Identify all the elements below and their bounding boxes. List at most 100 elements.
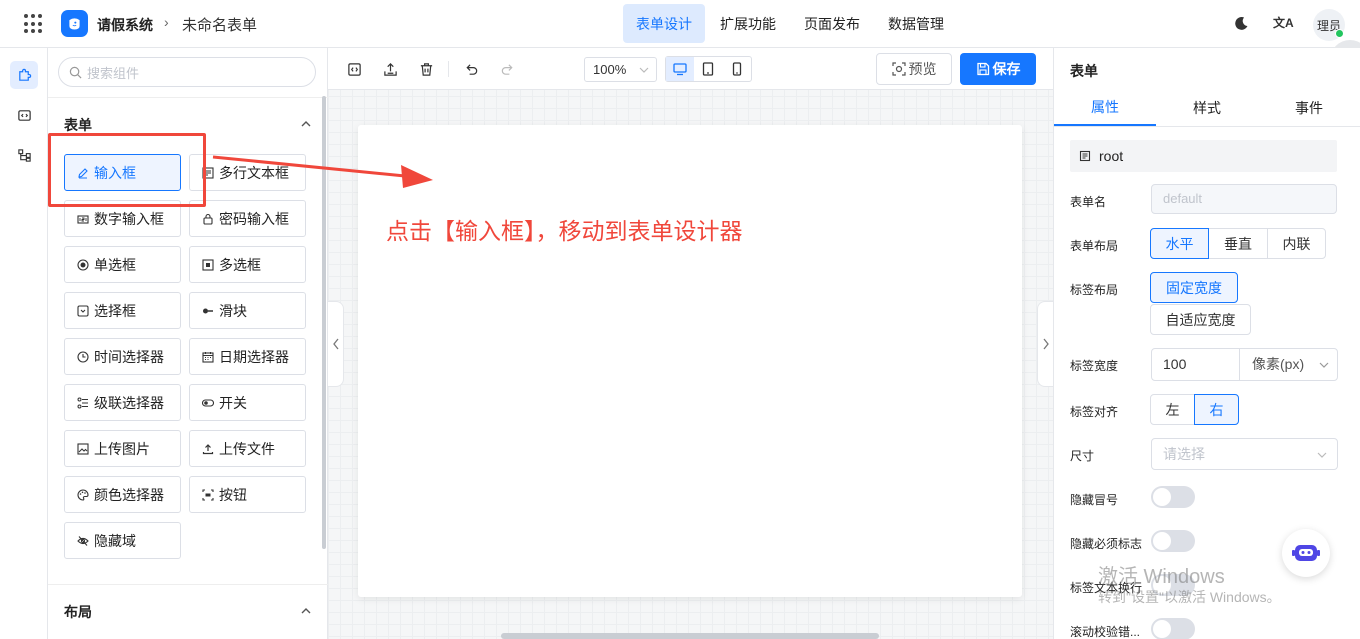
component-hidden-field[interactable]: 隐藏域: [64, 522, 181, 559]
device-tablet-button[interactable]: [694, 57, 722, 81]
slider-icon: [201, 304, 214, 317]
form-name-title[interactable]: 未命名表单: [182, 14, 257, 35]
panel-divider: [48, 97, 328, 98]
component-cascader[interactable]: 级联选择器: [64, 384, 181, 421]
collapse-right-button[interactable]: [1037, 301, 1053, 387]
hide-required-label: 隐藏必须标志: [1070, 537, 1143, 551]
save-label: 保存: [992, 61, 1021, 77]
switch-icon: [201, 396, 214, 409]
component-label: 日期选择器: [219, 348, 289, 365]
size-select[interactable]: 请选择: [1151, 438, 1338, 470]
preview-icon: [891, 62, 906, 76]
toolbar-divider: [448, 61, 449, 77]
component-password-input[interactable]: 密码输入框: [189, 200, 306, 237]
search-input[interactable]: [87, 63, 307, 83]
label-width-unit-select[interactable]: 像素(px): [1239, 349, 1337, 380]
save-button[interactable]: 保存: [960, 53, 1036, 85]
upload-icon: [201, 442, 214, 455]
collapse-left-button[interactable]: [328, 301, 344, 387]
component-button[interactable]: 按钮: [189, 476, 306, 513]
label-layout-adaptive-wrap: 自适应宽度: [1150, 304, 1251, 335]
dark-mode-icon[interactable]: [1233, 15, 1250, 32]
import-button[interactable]: [381, 60, 399, 78]
code-icon: [17, 109, 31, 121]
tab-form-design[interactable]: 表单设计: [623, 4, 705, 43]
tab-extensions[interactable]: 扩展功能: [707, 4, 789, 43]
rail-code-button[interactable]: [10, 101, 38, 129]
form-name-input[interactable]: default: [1151, 184, 1337, 214]
component-color-picker[interactable]: 颜色选择器: [64, 476, 181, 513]
group-title-form[interactable]: 表单: [64, 115, 92, 135]
breadcrumb-separator: ›: [164, 14, 169, 30]
search-icon: [69, 66, 82, 79]
component-label: 开关: [219, 394, 247, 411]
rail-tree-button[interactable]: [10, 141, 38, 169]
root-node[interactable]: root: [1070, 140, 1337, 172]
main-tabs: 表单设计 扩展功能 页面发布 数据管理: [623, 4, 959, 44]
tab-attributes[interactable]: 属性: [1054, 89, 1156, 126]
hide-colon-toggle[interactable]: [1151, 486, 1195, 508]
align-right-option[interactable]: 右: [1194, 394, 1239, 425]
align-left-option[interactable]: 左: [1150, 394, 1195, 425]
layout-inline-option[interactable]: 内联: [1267, 228, 1326, 259]
robot-icon: [1292, 545, 1320, 561]
assistant-bot-button[interactable]: [1282, 529, 1330, 577]
form-canvas[interactable]: 点击【输入框】，移动到表单设计器: [358, 125, 1022, 597]
chevron-up-icon[interactable]: [300, 605, 312, 617]
palette-icon: [76, 488, 89, 501]
label-align-segmented: 左 右: [1150, 394, 1239, 425]
undo-button[interactable]: [462, 60, 480, 78]
view-json-button[interactable]: [345, 60, 363, 78]
select-icon: [76, 304, 89, 317]
label-align-label: 标签对齐: [1070, 405, 1119, 419]
device-desktop-button[interactable]: [666, 57, 695, 81]
label-width-input[interactable]: 100: [1152, 349, 1239, 380]
component-upload-image[interactable]: 上传图片: [64, 430, 181, 467]
component-date-picker[interactable]: 日期选择器: [189, 338, 306, 375]
component-radio[interactable]: 单选框: [64, 246, 181, 283]
zoom-select[interactable]: 100%: [584, 57, 657, 82]
chevron-up-icon[interactable]: [300, 118, 312, 130]
translate-icon[interactable]: 文A: [1273, 14, 1294, 31]
form-layout-segmented: 水平 垂直 内联: [1150, 228, 1326, 259]
component-slider[interactable]: 滑块: [189, 292, 306, 329]
chevron-right-icon: [1042, 338, 1049, 350]
redo-button[interactable]: [498, 60, 516, 78]
scroll-validate-toggle[interactable]: [1151, 618, 1195, 639]
tab-page-publish[interactable]: 页面发布: [791, 4, 873, 43]
component-switch[interactable]: 开关: [189, 384, 306, 421]
label-layout-adaptive-option[interactable]: 自适应宽度: [1150, 304, 1251, 335]
preview-button[interactable]: 预览: [876, 53, 952, 85]
tab-data-management[interactable]: 数据管理: [875, 4, 957, 43]
redo-icon: [501, 63, 513, 75]
label-layout-fixed-option[interactable]: 固定宽度: [1150, 272, 1238, 303]
rail-components-button[interactable]: [10, 61, 38, 89]
root-label: root: [1099, 148, 1124, 164]
online-status-icon: [1335, 29, 1344, 38]
clear-button[interactable]: [417, 60, 435, 78]
component-label: 密码输入框: [219, 210, 289, 227]
component-search[interactable]: [58, 57, 316, 87]
app-name[interactable]: 请假系统: [97, 15, 153, 35]
radio-icon: [76, 258, 89, 271]
annotation-highlight-box: [48, 133, 206, 207]
button-icon: [201, 488, 214, 501]
group-title-layout[interactable]: 布局: [64, 602, 92, 622]
component-checkbox[interactable]: 多选框: [189, 246, 306, 283]
upload-icon: [383, 62, 397, 76]
hide-required-toggle[interactable]: [1151, 530, 1195, 552]
apps-grid-icon[interactable]: [24, 14, 44, 34]
label-width-input-group: 100 像素(px): [1151, 348, 1338, 381]
canvas-horizontal-scrollbar[interactable]: [501, 633, 879, 639]
tab-styles[interactable]: 样式: [1156, 89, 1258, 126]
component-time-picker[interactable]: 时间选择器: [64, 338, 181, 375]
tab-events[interactable]: 事件: [1258, 89, 1360, 126]
layout-vertical-option[interactable]: 垂直: [1208, 228, 1268, 259]
component-upload-file[interactable]: 上传文件: [189, 430, 306, 467]
cascader-icon: [76, 396, 89, 409]
zoom-value: 100%: [593, 62, 627, 77]
layout-horizontal-option[interactable]: 水平: [1150, 228, 1209, 259]
device-mobile-button[interactable]: [723, 57, 751, 81]
label-width-label: 标签宽度: [1070, 359, 1119, 373]
component-select[interactable]: 选择框: [64, 292, 181, 329]
